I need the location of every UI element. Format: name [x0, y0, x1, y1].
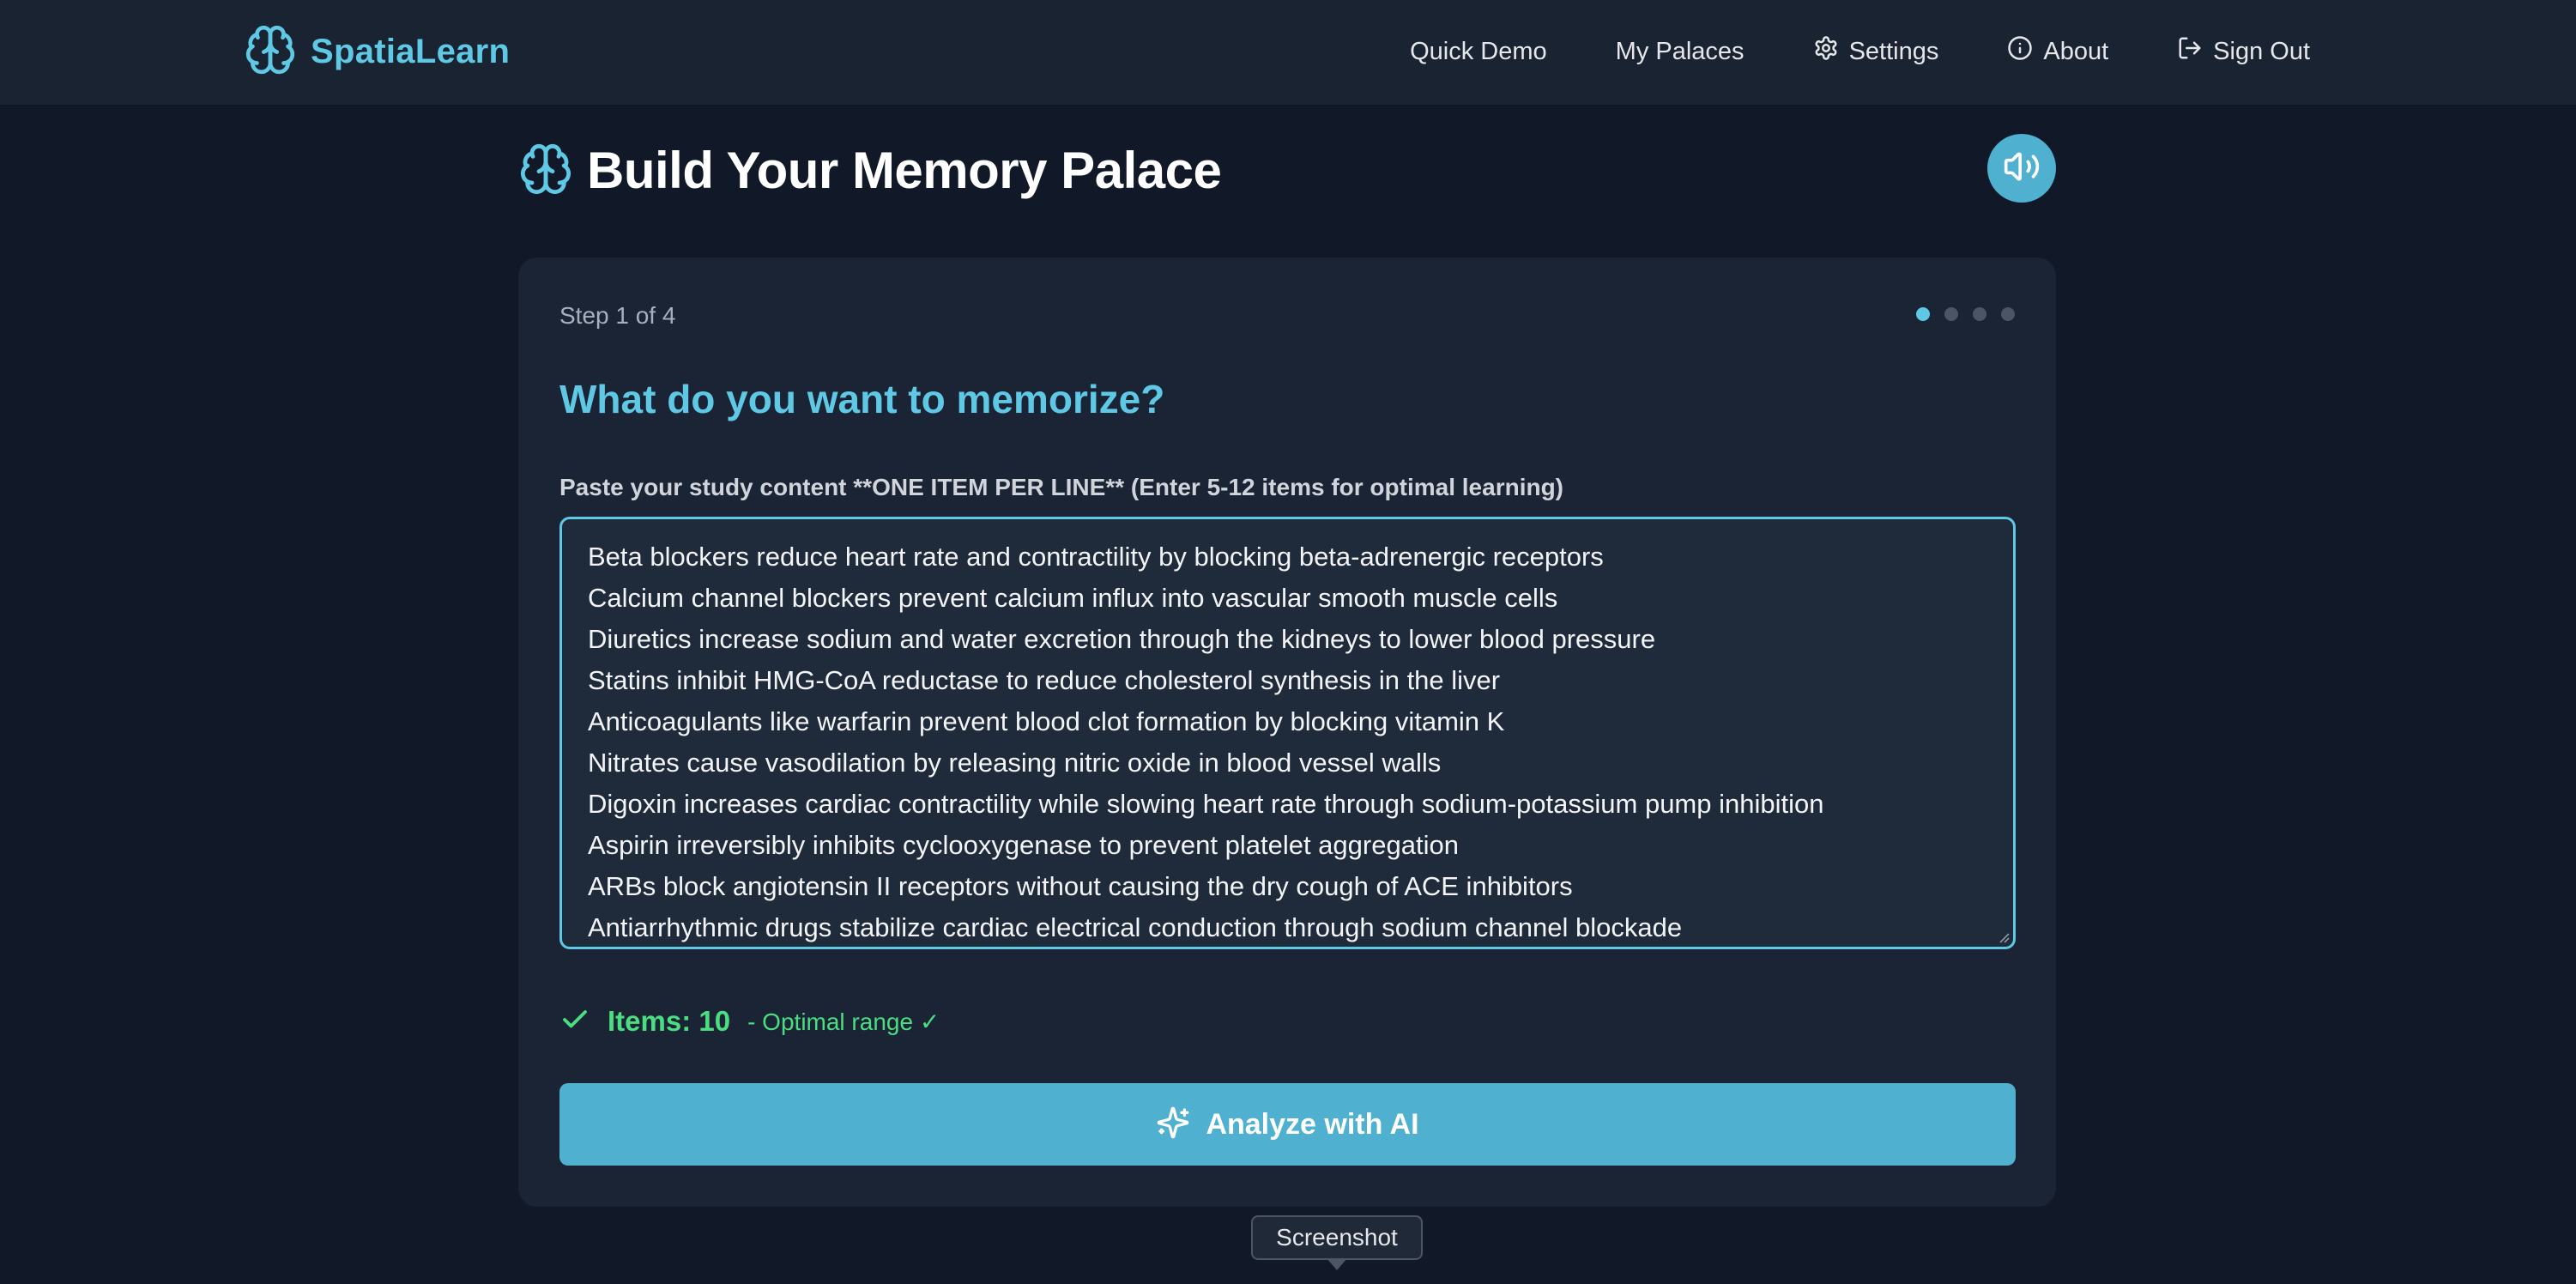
content-line: Beta blockers reduce heart rate and cont… [588, 542, 1604, 572]
step-dot [1944, 307, 1958, 321]
resize-handle-icon[interactable] [1996, 930, 2010, 943]
analyze-with-ai-button[interactable]: Analyze with AI [559, 1083, 2016, 1166]
nav-my-palaces-label: My Palaces [1615, 37, 1745, 65]
brain-icon [518, 142, 573, 197]
analyze-button-label: Analyze with AI [1206, 1107, 1419, 1141]
nav-sign-out[interactable]: Sign Out [2177, 35, 2310, 68]
top-navbar: SpatiaLearn Quick Demo My Palaces Settin… [0, 0, 2576, 106]
nav-my-palaces[interactable]: My Palaces [1616, 38, 1745, 66]
nav-quick-demo[interactable]: Quick Demo [1410, 38, 1547, 66]
nav-quick-demo-label: Quick Demo [1410, 37, 1547, 65]
step-indicator: Step 1 of 4 [559, 302, 676, 329]
sign-out-icon [2177, 35, 2203, 68]
item-count-status: Items: 10 - Optimal range ✓ [559, 1002, 940, 1040]
brain-icon [244, 23, 297, 81]
content-line: Calcium channel blockers prevent calcium… [588, 583, 1558, 613]
step-dot [2001, 307, 2015, 321]
content-field-label: Paste your study content **ONE ITEM PER … [559, 474, 1563, 500]
nav-links: Quick Demo My Palaces Settings About Sig… [1410, 26, 2310, 77]
content-line: Statins inhibit HMG-CoA reductase to red… [588, 665, 1501, 695]
step-dot [1916, 307, 1930, 321]
speaker-icon [2003, 148, 2041, 190]
nav-about-label: About [2043, 37, 2109, 65]
page-header: Build Your Memory Palace [518, 134, 2056, 206]
info-icon [2007, 35, 2033, 68]
brand-logo-link[interactable]: SpatiaLearn [244, 24, 510, 79]
content-line: Digoxin increases cardiac contractility … [588, 789, 1824, 819]
step-dot [1973, 307, 1986, 321]
tooltip-arrow [1327, 1258, 1347, 1270]
content-line: ARBs block angiotensin II receptors with… [588, 871, 1573, 901]
content-line: Aspirin irreversibly inhibits cyclooxyge… [588, 830, 1459, 860]
screenshot-tooltip: Screenshot [1251, 1215, 1423, 1260]
gear-icon [1813, 35, 1839, 68]
wizard-card: Step 1 of 4 What do you want to memorize… [518, 257, 2056, 1207]
step-question: What do you want to memorize? [559, 377, 1165, 421]
step-progress-dots [1916, 307, 2015, 321]
nav-settings-label: Settings [1848, 37, 1939, 65]
brand-name: SpatiaLearn [311, 32, 511, 70]
content-line: Nitrates cause vasodilation by releasing… [588, 748, 1442, 778]
page-title: Build Your Memory Palace [587, 142, 1222, 199]
content-line: Diuretics increase sodium and water excr… [588, 624, 1656, 654]
sparkles-icon [1156, 1105, 1190, 1144]
nav-settings[interactable]: Settings [1813, 35, 1939, 68]
sound-toggle-button[interactable] [1987, 134, 2056, 203]
nav-about[interactable]: About [2007, 35, 2108, 68]
nav-sign-out-label: Sign Out [2213, 37, 2310, 65]
item-count-note: - Optimal range ✓ [747, 1008, 940, 1035]
item-count: Items: 10 [608, 1005, 731, 1037]
study-content-textarea[interactable]: Beta blockers reduce heart rate and cont… [559, 517, 2016, 949]
check-icon [559, 1004, 590, 1039]
content-line: Anticoagulants like warfarin prevent blo… [588, 706, 1505, 736]
content-line: Antiarrhythmic drugs stabilize cardiac e… [588, 912, 1683, 942]
